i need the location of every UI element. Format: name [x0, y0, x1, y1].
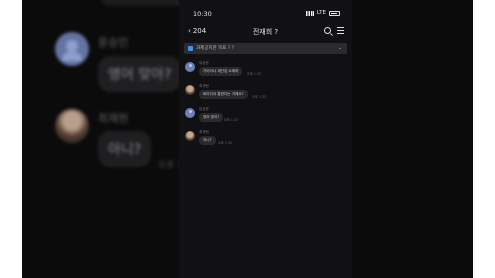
battery-icon	[329, 10, 340, 16]
background-avatar-1	[55, 32, 89, 66]
message-time: 오후 1:33	[252, 95, 267, 99]
sender-name: 유성한	[199, 107, 209, 111]
background-bubble-1: 영어 맞아?	[98, 56, 182, 92]
avatar[interactable]	[185, 108, 195, 118]
status-indicators: LTE	[305, 10, 340, 16]
background-sender-2: 최재현	[98, 112, 129, 125]
status-time: 10:30	[193, 10, 212, 18]
message-time: 오후 1:33	[224, 118, 239, 122]
notice-banner[interactable]: 과제공지한 목표 ? ? ⌄	[184, 43, 347, 54]
chat-header: ‹ 204 전재희 ?	[179, 26, 352, 40]
message-time: 오후 1:33	[218, 141, 233, 145]
signal-icon	[305, 10, 314, 16]
sender-name: 최재현	[199, 84, 209, 88]
background-avatar-2	[55, 109, 89, 143]
avatar[interactable]	[185, 62, 195, 72]
background-bubble-2: 아니?	[98, 131, 152, 167]
menu-icon[interactable]	[337, 27, 344, 34]
network-label: LTE	[316, 10, 326, 16]
avatar[interactable]	[185, 85, 195, 95]
status-bar: 10:30 LTE	[179, 0, 352, 24]
message-bubble[interactable]: 버미디아 통한다는 거예요?	[199, 90, 248, 99]
sender-name: 유성한	[199, 61, 209, 65]
notice-icon	[188, 46, 193, 51]
background-sender-1: 윤승민	[98, 36, 129, 49]
message-bubble[interactable]: 가이아나 재단입 소재하	[199, 67, 243, 76]
message-bubble[interactable]: 아니?	[199, 136, 216, 145]
notice-text: 과제공지한 목표 ? ?	[196, 46, 235, 51]
header-actions	[324, 27, 344, 34]
background-bubble-top	[100, 0, 190, 6]
video-frame: 윤승민 영어 맞아? 최재현 아니? 오후 1 10:30 LTE ‹ 204 …	[22, 0, 473, 278]
message-time: 오후 1:33	[247, 72, 262, 76]
search-icon[interactable]	[324, 27, 331, 34]
avatar[interactable]	[185, 131, 195, 141]
phone-screen: 10:30 LTE ‹ 204 전재희 ? 과제공지한 목표 ? ? ⌄ 유성한…	[179, 0, 352, 278]
chevron-down-icon[interactable]: ⌄	[338, 45, 342, 51]
message-bubble[interactable]: 영어 맞아?	[199, 113, 224, 122]
sender-name: 최재현	[199, 130, 209, 134]
